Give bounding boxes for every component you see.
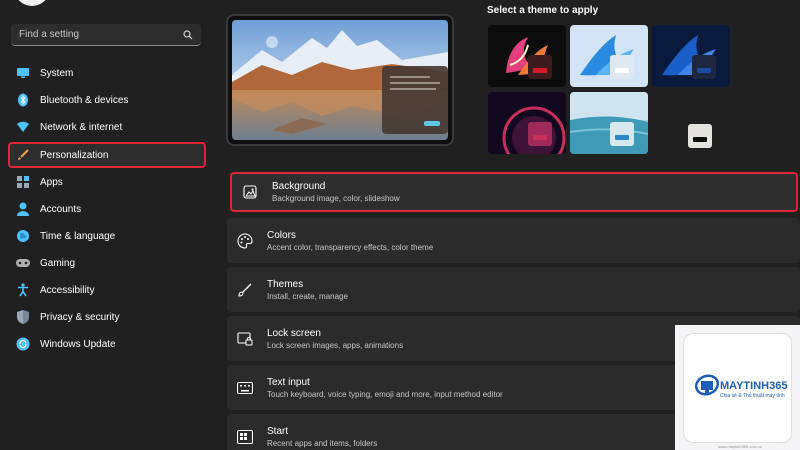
card-title: Themes [267,278,304,290]
sidebar-item-network[interactable]: Network & internet [10,115,204,139]
sidebar-item-label: Gaming [40,257,76,269]
start-icon [237,429,253,445]
search-input[interactable] [19,29,183,40]
accessibility-icon [16,283,30,297]
desktop-preview [226,14,454,146]
background-card[interactable]: Background Background image, color, slid… [230,172,798,212]
system-icon [16,66,30,80]
keyboard-icon [237,380,253,396]
sidebar-item-privacy-security[interactable]: Privacy & security [10,305,204,329]
palette-icon [237,232,253,249]
accounts-icon [16,202,30,216]
watermark-tagline: Chia sẻ & Thủ thuật máy tính [720,393,785,399]
sidebar-item-time-language[interactable]: Time & language [10,224,204,248]
globe-icon [16,229,30,243]
theme-tile-windows-dark[interactable] [652,25,730,87]
sidebar-item-personalization[interactable]: Personalization [8,142,206,168]
shield-icon [16,310,30,324]
sidebar-item-gaming[interactable]: Gaming [10,251,204,275]
card-title: Colors [267,229,296,241]
card-title: Lock screen [267,327,321,339]
card-title: Text input [267,376,310,388]
theme-tile-high-contrast[interactable] [652,92,730,154]
avatar[interactable] [14,0,50,6]
card-title: Background [272,181,326,192]
update-icon [16,337,30,351]
card-subtitle: Touch keyboard, voice typing, emoji and … [267,389,503,399]
card-subtitle: Lock screen images, apps, animations [267,340,404,350]
sidebar-item-label: Accounts [40,203,82,215]
watermark-brand: MAYTINH365 [720,380,788,392]
card-subtitle: Background image, color, slideshow [272,194,400,203]
sidebar-item-label: Time & language [40,230,116,242]
search-box[interactable] [11,24,201,46]
sidebar-item-accounts[interactable]: Accounts [10,197,204,221]
watermark-url: www.maytinh365.com.vn [718,444,763,449]
theme-tile-captured-motion[interactable] [488,92,566,154]
sidebar-item-label: Accessibility [40,284,95,296]
theme-tile-glow[interactable] [488,25,566,87]
sidebar-item-label: Network & internet [40,121,123,133]
sidebar-item-label: Personalization [40,149,109,161]
sidebar-item-label: Privacy & security [40,311,120,323]
sidebar-item-windows-update[interactable]: Windows Update [10,332,204,356]
card-subtitle: Accent color, transparency effects, colo… [267,242,434,252]
search-icon[interactable] [183,29,193,40]
themes-card[interactable]: Themes Install, create, manage [227,267,800,312]
monitor-logo-icon [694,374,720,396]
wallpaper-preview-image [232,20,448,140]
gamepad-icon [16,256,30,270]
bluetooth-icon [16,93,30,107]
theme-tile-windows-light[interactable] [570,25,648,87]
sidebar-item-system[interactable]: System [10,61,204,85]
sidebar-item-label: Windows Update [40,338,116,350]
card-title: Start [267,425,289,437]
sidebar: System Bluetooth & devices Network & int… [0,0,216,450]
colors-card[interactable]: Colors Accent color, transparency effect… [227,218,800,263]
brush-icon [16,148,30,162]
lock-screen-icon [237,331,253,347]
card-subtitle: Recent apps and items, folders [267,438,378,448]
watermark-logo: MAYTINH365 Chia sẻ & Thủ thuật máy tính … [675,325,800,450]
sidebar-item-apps[interactable]: Apps [10,170,204,194]
brush-icon [237,282,253,298]
sidebar-item-label: Apps [40,176,63,188]
sidebar-item-bluetooth[interactable]: Bluetooth & devices [10,88,204,112]
theme-tile-flow[interactable] [570,92,648,154]
apps-icon [16,175,30,189]
network-icon [16,120,30,134]
preview-window-mockup [382,66,448,134]
themes-title: Select a theme to apply [487,5,599,16]
sidebar-item-label: System [40,67,74,79]
image-icon [242,184,258,200]
card-subtitle: Install, create, manage [267,291,348,301]
sidebar-item-label: Bluetooth & devices [40,94,129,106]
sidebar-item-accessibility[interactable]: Accessibility [10,278,204,302]
